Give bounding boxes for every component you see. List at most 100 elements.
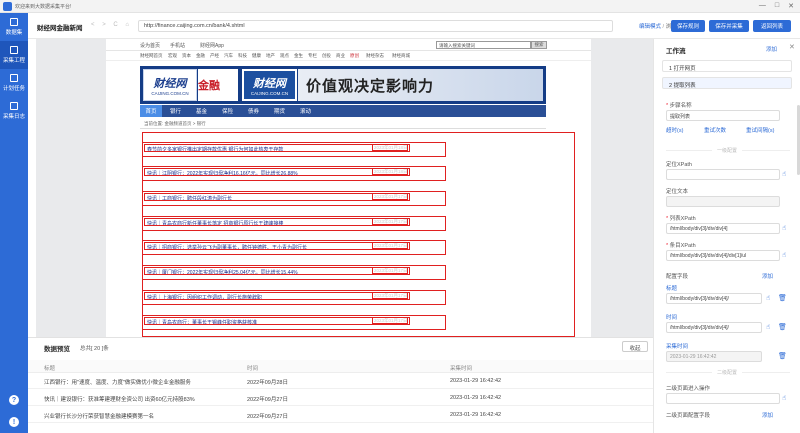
back-button[interactable]: <: [91, 22, 98, 28]
home-button[interactable]: ⌂: [125, 22, 132, 28]
channel-link[interactable]: 地产: [266, 53, 275, 59]
pick-icon[interactable]: ☝: [766, 323, 774, 331]
channel-link[interactable]: 财经网首页: [140, 53, 163, 59]
banner-slogan: 价值观决定影响力: [298, 69, 543, 101]
retry-label[interactable]: 重试次数: [704, 126, 726, 134]
news-title[interactable]: 春节前夕多家银行推出定期存款优惠 银行为何如此热衷于存款: [144, 144, 410, 152]
site-search-button[interactable]: 搜索: [531, 41, 547, 49]
sidebar-item-dataset[interactable]: 数据集: [0, 13, 28, 41]
table-cell: 2022年09月27日: [247, 414, 288, 420]
table-cell: 2023-01-29 16:42:42: [450, 412, 502, 418]
workflow-step[interactable]: 2 提取列表: [662, 77, 792, 89]
save-rule-button[interactable]: 保存规则: [671, 20, 705, 32]
pick-icon[interactable]: ☝: [782, 394, 790, 402]
set-home-link[interactable]: 设为首页: [140, 42, 160, 49]
url-input[interactable]: http://finance.caijing.com.cn/bank/4.sht…: [138, 20, 613, 32]
log-icon: [10, 102, 18, 110]
sidebar-item-project[interactable]: 采集工程: [0, 41, 28, 69]
workflow-step[interactable]: 1 打开网页: [662, 60, 792, 72]
channel-link[interactable]: 汽车: [224, 53, 233, 59]
close-button[interactable]: ✕: [788, 2, 794, 10]
help-icon[interactable]: ?: [9, 395, 19, 405]
workflow-panel: 工作流 添加 ✕ 1 打开网页 2 提取列表 * 步骤名称 提取列表 超时(s)…: [653, 39, 800, 433]
add-field-button[interactable]: 添加: [762, 272, 773, 280]
secnav-item-bond[interactable]: 债券: [248, 107, 259, 115]
collapse-button[interactable]: 收起: [622, 341, 648, 352]
channel-link[interactable]: 产经: [210, 53, 219, 59]
secnav-item-fund[interactable]: 基金: [196, 107, 207, 115]
timeout-label[interactable]: 超时(s): [666, 126, 683, 134]
news-title[interactable]: 快讯｜上海银行：因组织工作调动，副行长施荣辞职: [144, 292, 410, 300]
news-title[interactable]: 快讯｜厦门银行：2022年实现归母净利25.04亿元，同比增长15.44%: [144, 267, 410, 275]
site-search-input[interactable]: 请输入搜索关键词: [436, 41, 531, 49]
close-icon[interactable]: ✕: [789, 43, 795, 51]
finance-channel-label: 金融: [198, 69, 238, 101]
reload-button[interactable]: C: [113, 22, 120, 28]
trash-icon[interactable]: 🗑: [778, 323, 787, 331]
step-name-input[interactable]: 提取列表: [666, 110, 780, 121]
mobile-link[interactable]: 手机站: [170, 42, 185, 49]
user-icon[interactable]: !: [9, 417, 19, 427]
preview-table-header: 标题 时间 采集时间: [28, 360, 653, 373]
secnav-item-bank[interactable]: 银行: [170, 107, 181, 115]
locate-xpath-label: 定位XPath: [666, 162, 692, 168]
list-xpath-input[interactable]: /html/body/div[3]/div/div[4]: [666, 223, 780, 234]
table-cell: 2022年09月27日: [247, 397, 288, 403]
news-title[interactable]: 快讯｜青岛农商行：董事长王锡峰任职资格获核准: [144, 317, 410, 325]
secnav-item-futures[interactable]: 期货: [274, 107, 285, 115]
sidebar-item-label: 采集工程: [2, 58, 25, 64]
secnav-item-rolling[interactable]: 滚动: [300, 107, 311, 115]
field-time-input[interactable]: /html/body/div[3]/div/div[4]/: [666, 322, 762, 333]
channel-link[interactable]: 财经商城: [392, 53, 410, 59]
locate-xpath-input[interactable]: [666, 169, 780, 180]
trash-icon[interactable]: 🗑: [778, 294, 787, 302]
maximize-button[interactable]: □: [775, 2, 779, 10]
channel-link[interactable]: 财经杂志: [366, 53, 384, 59]
channel-link[interactable]: 创投: [322, 53, 331, 59]
breadcrumb-bank[interactable]: 银行: [197, 121, 206, 126]
channel-link[interactable]: 健康: [252, 53, 261, 59]
minimize-button[interactable]: —: [759, 2, 766, 10]
news-title[interactable]: 快讯｜青岛农商行新任董事长落定 招商银行原行长王建峰接棒: [144, 218, 410, 226]
pick-icon[interactable]: ☝: [782, 170, 790, 178]
channel-link[interactable]: 资本: [182, 53, 191, 59]
app-link[interactable]: 财经网App: [200, 42, 224, 49]
add-second-field-button[interactable]: 添加: [762, 411, 773, 419]
second-jump-input[interactable]: [666, 393, 780, 404]
locate-text-input[interactable]: [666, 196, 780, 207]
back-list-button[interactable]: 返回列表: [753, 20, 791, 32]
channel-link[interactable]: 金生: [294, 53, 303, 59]
news-title[interactable]: 快讯｜江阴银行：2022年实现归母净利16.16亿元，同比增长26.88%: [144, 168, 410, 176]
channel-link[interactable]: 商业: [336, 53, 345, 59]
news-date: 2023年01月17日: [372, 242, 408, 249]
pick-icon[interactable]: ☝: [766, 294, 774, 302]
sidebar-item-log[interactable]: 采集日志: [0, 97, 28, 125]
channel-link[interactable]: 专栏: [308, 53, 317, 59]
news-date: 2023年01月17日: [372, 267, 408, 274]
item-xpath-input[interactable]: /html/body/div[3]/div/div[4]/div[1]/ul: [666, 250, 780, 261]
site-banner: 财经网 CAIJING.COM.CN 金融 财经网 CAIJING.COM.CN…: [140, 66, 546, 104]
channel-link[interactable]: 宏观: [168, 53, 177, 59]
retry-interval-label[interactable]: 重试间隔(s): [746, 126, 774, 134]
channel-link[interactable]: 金融: [196, 53, 205, 59]
channel-link[interactable]: 原创: [350, 53, 359, 59]
news-title[interactable]: 快讯｜招商银行：选举孙云飞为副董事长，聘任钟德胜、王小青为副行长: [144, 242, 410, 250]
breadcrumb-home[interactable]: 金融频道首页: [165, 121, 192, 126]
news-date: 2023年01月18日: [372, 144, 408, 151]
edit-mode-link[interactable]: 编辑模式: [639, 24, 661, 30]
trash-icon[interactable]: 🗑: [778, 352, 787, 360]
window-titlebar: 欢迎来到大数据采集平台! — □ ✕: [0, 0, 800, 13]
secnav-item-insurance[interactable]: 保险: [222, 107, 233, 115]
pick-icon[interactable]: ☝: [782, 224, 790, 232]
table-cell: 兴业银行长沙分行荣获智慧金融建模赛第一名: [44, 414, 155, 420]
field-title-input[interactable]: /html/body/div[3]/div/div[4]/: [666, 293, 762, 304]
pick-icon[interactable]: ☝: [782, 251, 790, 259]
add-step-button[interactable]: 添加: [766, 45, 777, 53]
news-title[interactable]: 快讯｜工商银行：聘任段红涛为副行长: [144, 193, 410, 201]
channel-link[interactable]: 科技: [238, 53, 247, 59]
forward-button[interactable]: >: [102, 22, 109, 28]
secnav-item-home[interactable]: 首页: [140, 105, 162, 117]
sidebar-item-schedule[interactable]: 计划任务: [0, 69, 28, 97]
channel-link[interactable]: 观点: [280, 53, 289, 59]
save-collect-button[interactable]: 保存并采集: [709, 20, 749, 32]
